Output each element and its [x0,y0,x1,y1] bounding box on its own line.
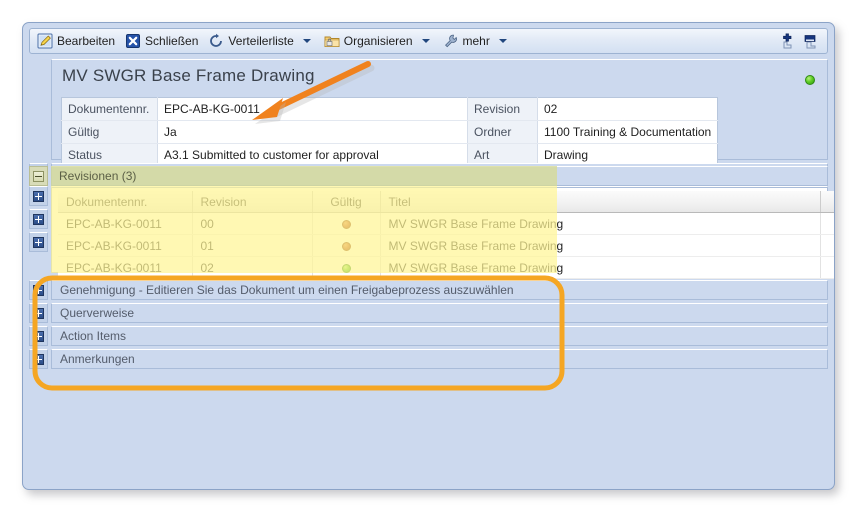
plus-box-icon [33,285,44,296]
revisions-table: Dokumentennr. Revision Gültig Titel EPC-… [58,191,835,279]
page-title: MV SWGR Base Frame Drawing [62,66,315,86]
toolbar-button-label: mehr [463,34,490,48]
status-dot-red [342,220,351,229]
section-label-revisionen-highlighted: Revisionen (3) [51,166,557,186]
plus-box-icon [33,354,44,365]
document-detail-table: Dokumentennr. EPC-AB-KG-0011 Revision 02… [61,97,718,167]
section-label: Revisionen (3) [59,169,136,183]
table-row[interactable]: EPC-AB-KG-0011 00 MV SWGR Base Frame Dra… [58,213,835,235]
wrench-icon [443,33,459,49]
detail-label: Dokumentennr. [62,98,158,121]
cell-titel: MV SWGR Base Frame Drawing [380,213,820,235]
toolbar: Bearbeiten Schließen Verteilerliste [29,28,828,54]
add-window-button[interactable] [775,31,799,51]
table-row: Dokumentennr. EPC-AB-KG-0011 Revision 02 [62,98,718,121]
toolbar-button-bearbeiten[interactable]: Bearbeiten [34,31,120,51]
folder-link[interactable]: 1100 Training & Documentation [538,121,718,144]
sidebar-item-action-items[interactable]: Action Items [29,326,828,346]
toolbar-button-verteilerliste[interactable]: Verteilerliste [205,31,318,51]
column-header-revision[interactable]: Revision [192,191,312,213]
expand-toggle[interactable] [29,326,48,346]
chevron-down-icon[interactable] [499,39,507,43]
status-dot-red [342,242,351,251]
column-header-titel[interactable]: Titel [380,191,820,213]
section-header[interactable]: Querverweise [51,303,828,323]
add-window-icon [778,33,794,49]
expand-toggle[interactable] [29,349,48,369]
table-row[interactable]: EPC-AB-KG-0011 01 MV SWGR Base Frame Dra… [58,235,835,257]
sections-bottom: Genehmigung - Editieren Sie das Dokument… [29,280,828,372]
minus-box-icon [33,171,44,182]
toolbar-button-label: Schließen [145,34,198,48]
cell-gueltig [312,213,380,235]
cell-titel: MV SWGR Base Frame Drawing [380,257,820,279]
minimize-window-button[interactable] [799,31,823,51]
expand-toggle[interactable] [29,303,48,323]
cell-titel: MV SWGR Base Frame Drawing [380,235,820,257]
revisions-panel: Dokumentennr. Revision Gültig Titel EPC-… [51,187,828,273]
cell-empty [820,235,835,257]
detail-value: EPC-AB-KG-0011 [158,98,468,121]
toolbar-button-label: Verteilerliste [228,34,293,48]
section-label: Action Items [60,329,126,343]
minimize-window-icon [802,33,818,49]
detail-value: 02 [538,98,718,121]
sidebar-item-anmerkungen[interactable]: Anmerkungen [29,349,828,369]
section-header[interactable]: Genehmigung - Editieren Sie das Dokument… [51,280,828,300]
toolbar-button-organisieren[interactable]: Organisieren [321,31,438,51]
folder-lock-icon [324,33,340,49]
section-header[interactable]: Anmerkungen [51,349,828,369]
edit-pencil-icon [37,33,53,49]
toolbar-button-label: Bearbeiten [57,34,115,48]
section-revisionen: Revisionen (3) Dokumentennr. Revision Gü… [29,166,828,276]
section-label: Querverweise [60,306,134,320]
toolbar-button-label: Organisieren [344,34,413,48]
plus-box-icon [33,331,44,342]
section-label: Genehmigung - Editieren Sie das Dokument… [60,283,514,297]
cell-dokumentennr: EPC-AB-KG-0011 [58,257,192,279]
chevron-down-icon[interactable] [422,39,430,43]
content-area: MV SWGR Base Frame Drawing Dokumentennr.… [29,59,828,485]
cell-dokumentennr: EPC-AB-KG-0011 [58,235,192,257]
section-header[interactable]: Action Items [51,326,828,346]
table-header-row: Dokumentennr. Revision Gültig Titel [58,191,835,213]
column-header-gueltig[interactable]: Gültig [312,191,380,213]
document-header-panel: MV SWGR Base Frame Drawing Dokumentennr.… [51,59,828,160]
expand-toggle[interactable] [29,280,48,300]
sidebar-item-genehmigung[interactable]: Genehmigung - Editieren Sie das Dokument… [29,280,828,300]
status-badge [805,75,815,85]
cell-empty [820,257,835,279]
document-detail-window: Bearbeiten Schließen Verteilerliste [22,22,835,490]
detail-value: Ja [158,121,468,144]
cell-gueltig [312,235,380,257]
status-dot-green [342,264,351,273]
toolbar-button-mehr[interactable]: mehr [440,31,515,51]
cell-empty [820,213,835,235]
column-header-empty [820,191,835,213]
close-x-icon [125,33,141,49]
refresh-circle-icon [208,33,224,49]
plus-box-icon [33,308,44,319]
detail-label: Ordner [468,121,538,144]
sidebar-item-querverweise[interactable]: Querverweise [29,303,828,323]
collapse-toggle[interactable] [29,166,48,186]
cell-gueltig [312,257,380,279]
cell-revision: 01 [192,235,312,257]
detail-label: Revision [468,98,538,121]
table-row[interactable]: EPC-AB-KG-0011 02 MV SWGR Base Frame Dra… [58,257,835,279]
detail-label: Gültig [62,121,158,144]
column-header-dokumentennr[interactable]: Dokumentennr. [58,191,192,213]
cell-revision: 00 [192,213,312,235]
table-row: Gültig Ja Ordner 1100 Training & Documen… [62,121,718,144]
cell-dokumentennr: EPC-AB-KG-0011 [58,213,192,235]
toolbar-button-schliessen[interactable]: Schließen [122,31,203,51]
chevron-down-icon[interactable] [303,39,311,43]
cell-revision: 02 [192,257,312,279]
section-label: Anmerkungen [60,352,135,366]
